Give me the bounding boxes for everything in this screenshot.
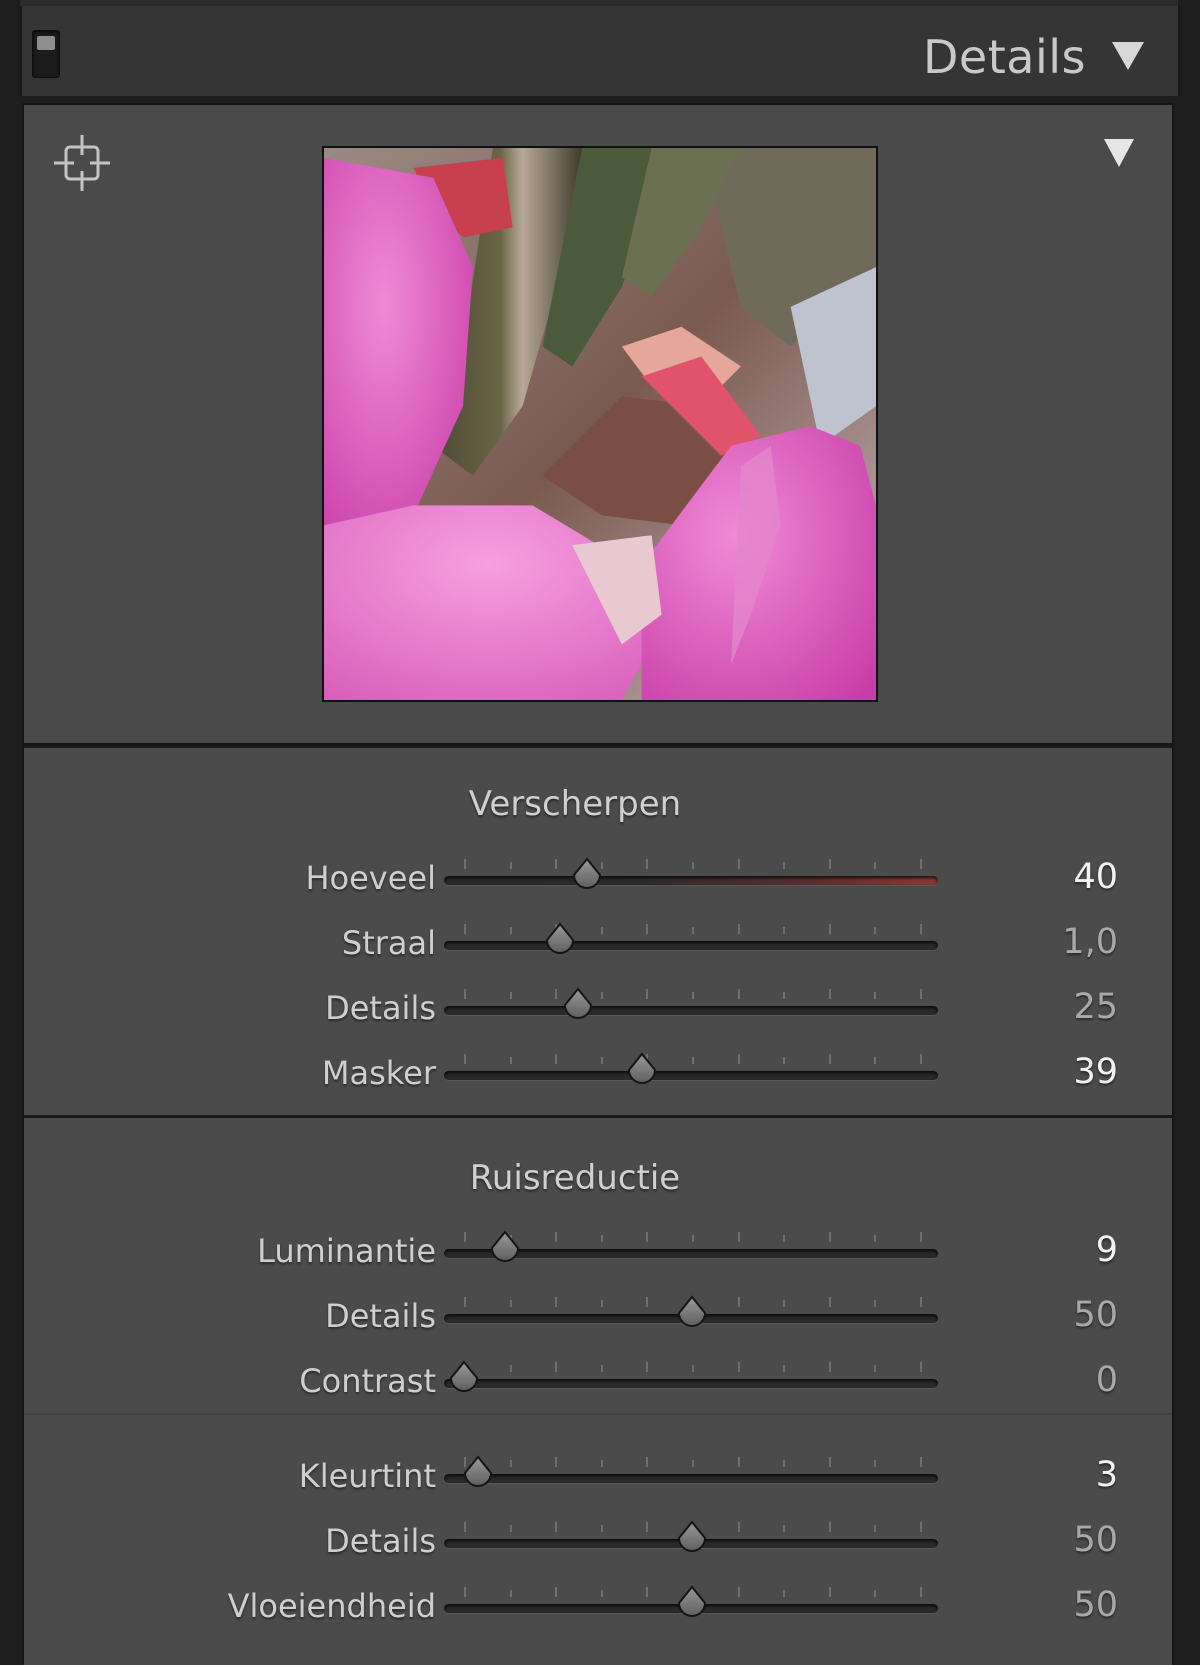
- slider-label: Vloeiendheid: [227, 1587, 436, 1625]
- slider-thumb[interactable]: [542, 922, 578, 958]
- slider-track[interactable]: [444, 1474, 938, 1483]
- detail-preview-section: [22, 103, 1174, 745]
- slider-label: Contrast: [299, 1362, 436, 1400]
- slider-ticks: [464, 989, 922, 999]
- noise-divider: [24, 1413, 1172, 1415]
- slider-thumb[interactable]: [624, 1052, 660, 1088]
- slider-row: Straal 1,0: [24, 910, 1174, 974]
- slider-ticks: [464, 1232, 922, 1242]
- panel-switch-icon[interactable]: [32, 30, 60, 78]
- slider-value[interactable]: 50: [1073, 1585, 1118, 1625]
- slider-thumb[interactable]: [674, 1295, 710, 1331]
- slider-track[interactable]: [444, 1006, 938, 1015]
- slider-thumb[interactable]: [674, 1520, 710, 1556]
- sharpening-title: Verscherpen: [468, 784, 682, 824]
- panel-title: Details: [923, 30, 1086, 84]
- slider-value[interactable]: 50: [1073, 1295, 1118, 1335]
- slider-thumb[interactable]: [446, 1360, 482, 1396]
- slider-label: Hoeveel: [305, 859, 436, 897]
- slider-track[interactable]: [444, 1071, 938, 1080]
- slider-label: Kleurtint: [298, 1457, 436, 1495]
- slider-value[interactable]: 0: [1096, 1360, 1118, 1400]
- slider-row: Luminantie 9: [24, 1218, 1174, 1282]
- flower-closeup-image: [324, 148, 876, 700]
- slider-label: Masker: [321, 1054, 436, 1092]
- preview-options-triangle-icon[interactable]: [1104, 139, 1134, 167]
- slider-ticks: [464, 859, 922, 869]
- slider-value[interactable]: 40: [1073, 857, 1118, 897]
- slider-value[interactable]: 50: [1073, 1520, 1118, 1560]
- collapse-triangle-icon[interactable]: [1112, 42, 1144, 70]
- slider-value[interactable]: 25: [1073, 987, 1118, 1027]
- slider-row: Kleurtint 3: [24, 1443, 1174, 1507]
- slider-thumb[interactable]: [487, 1230, 523, 1266]
- slider-label: Details: [325, 1297, 436, 1335]
- slider-ticks: [464, 1054, 922, 1064]
- slider-row: Hoeveel 40: [24, 845, 1174, 909]
- noise-reduction-section: Ruisreductie Luminantie 9 Details 50 Contras…: [22, 1118, 1174, 1665]
- slider-row: Details 50: [24, 1508, 1174, 1572]
- slider-thumb[interactable]: [560, 987, 596, 1023]
- panel-header[interactable]: Details: [20, 6, 1180, 96]
- slider-value[interactable]: 1,0: [1062, 922, 1118, 962]
- slider-ticks: [464, 924, 922, 934]
- slider-thumb[interactable]: [674, 1585, 710, 1621]
- slider-ticks: [464, 1457, 922, 1467]
- slider-row: Masker 39: [24, 1040, 1174, 1104]
- slider-row: Details 25: [24, 975, 1174, 1039]
- noise-reduction-title: Ruisreductie: [469, 1158, 681, 1198]
- slider-label: Details: [325, 1522, 436, 1560]
- slider-ticks: [464, 1362, 922, 1372]
- slider-track[interactable]: [444, 941, 938, 950]
- slider-row: Details 50: [24, 1283, 1174, 1347]
- slider-value[interactable]: 3: [1096, 1455, 1118, 1495]
- slider-row: Contrast 0: [24, 1348, 1174, 1412]
- slider-track[interactable]: [444, 1379, 938, 1388]
- slider-thumb[interactable]: [569, 857, 605, 893]
- detail-preview-image[interactable]: [322, 146, 878, 702]
- slider-value[interactable]: 39: [1073, 1052, 1118, 1092]
- slider-track[interactable]: [444, 876, 938, 885]
- slider-row: Vloeiendheid 50: [24, 1573, 1174, 1637]
- slider-label: Luminantie: [257, 1232, 436, 1270]
- slider-value[interactable]: 9: [1096, 1230, 1118, 1270]
- sharpening-section: Verscherpen Hoeveel 40 Straal 1,0 Details 25 M…: [22, 745, 1174, 1118]
- slider-label: Details: [325, 989, 436, 1027]
- slider-thumb[interactable]: [460, 1455, 496, 1491]
- slider-label: Straal: [341, 924, 436, 962]
- target-adjust-icon[interactable]: [52, 133, 112, 193]
